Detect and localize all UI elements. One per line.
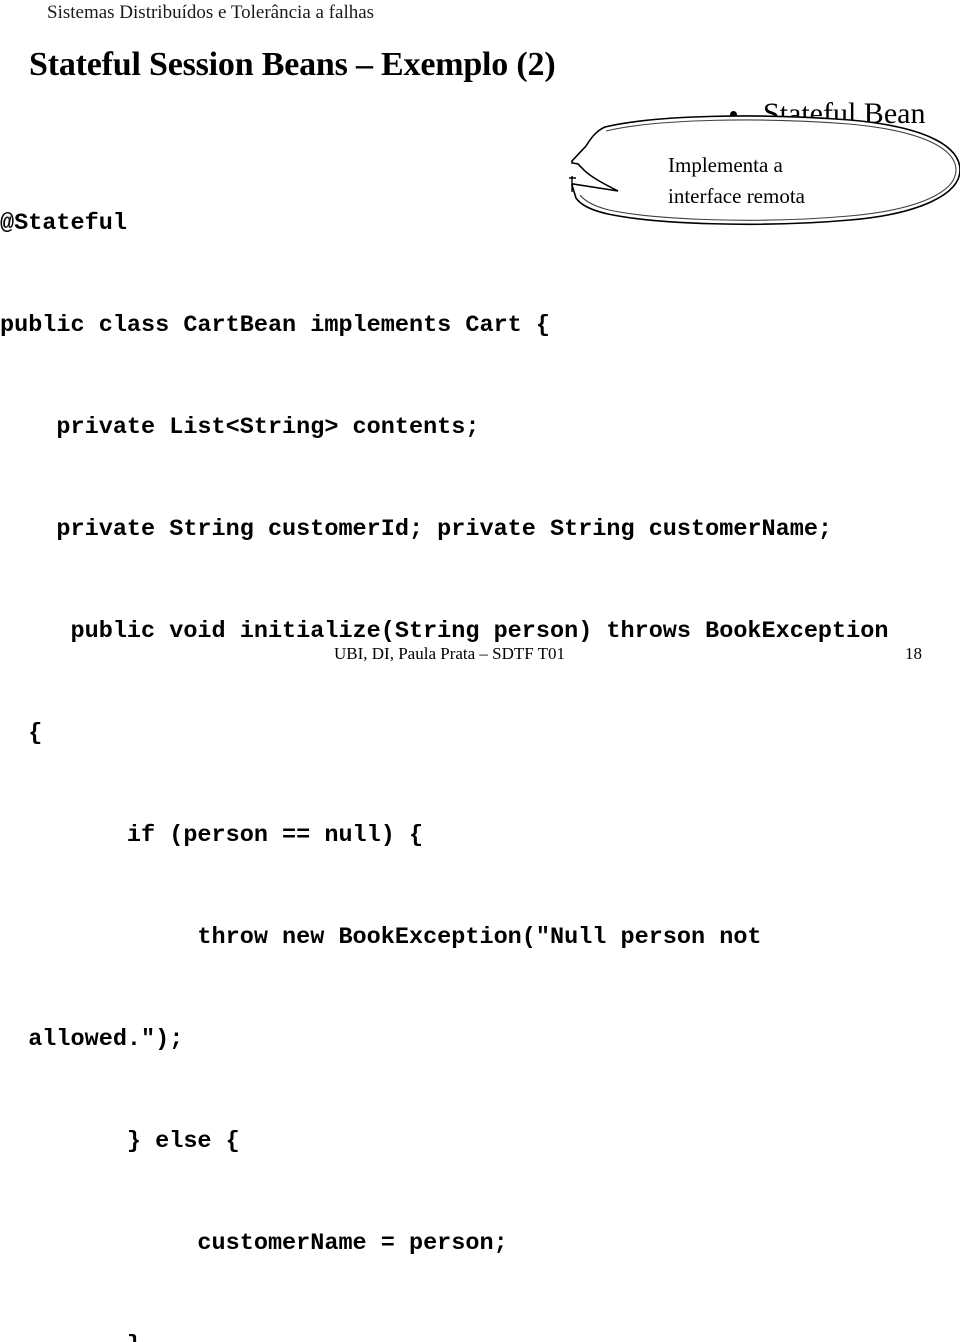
code-line: private List<String> contents;	[0, 414, 480, 441]
footer-credit: UBI, DI, Paula Prata – SDTF T01	[334, 644, 566, 663]
code-line: if (person == null) {	[0, 822, 424, 849]
code-block: @Stateful public class CartBean implemen…	[0, 139, 960, 1342]
code-line: private String customerId; private Strin…	[0, 516, 833, 543]
bullet-dot-icon	[730, 110, 737, 118]
slide-header: Sistemas Distribuídos e Tolerância a fal…	[47, 2, 375, 23]
code-line: @Stateful	[0, 210, 127, 237]
code-line: }	[0, 1329, 960, 1342]
code-line: public class CartBean implements Cart {	[0, 312, 550, 339]
footer-page-number: 18	[905, 644, 922, 663]
code-line: customerName = person;	[0, 1230, 508, 1257]
page-title: Stateful Session Beans – Exemplo (2)	[29, 46, 556, 83]
bullet-item-stateful-bean: Stateful Bean	[730, 96, 925, 132]
code-line: } else {	[0, 1128, 240, 1155]
code-line: {	[0, 720, 43, 747]
code-line: throw new BookException("Null person not	[0, 924, 762, 951]
bullet-item-label: Stateful Bean	[763, 97, 926, 130]
code-line: allowed.");	[0, 1026, 184, 1053]
